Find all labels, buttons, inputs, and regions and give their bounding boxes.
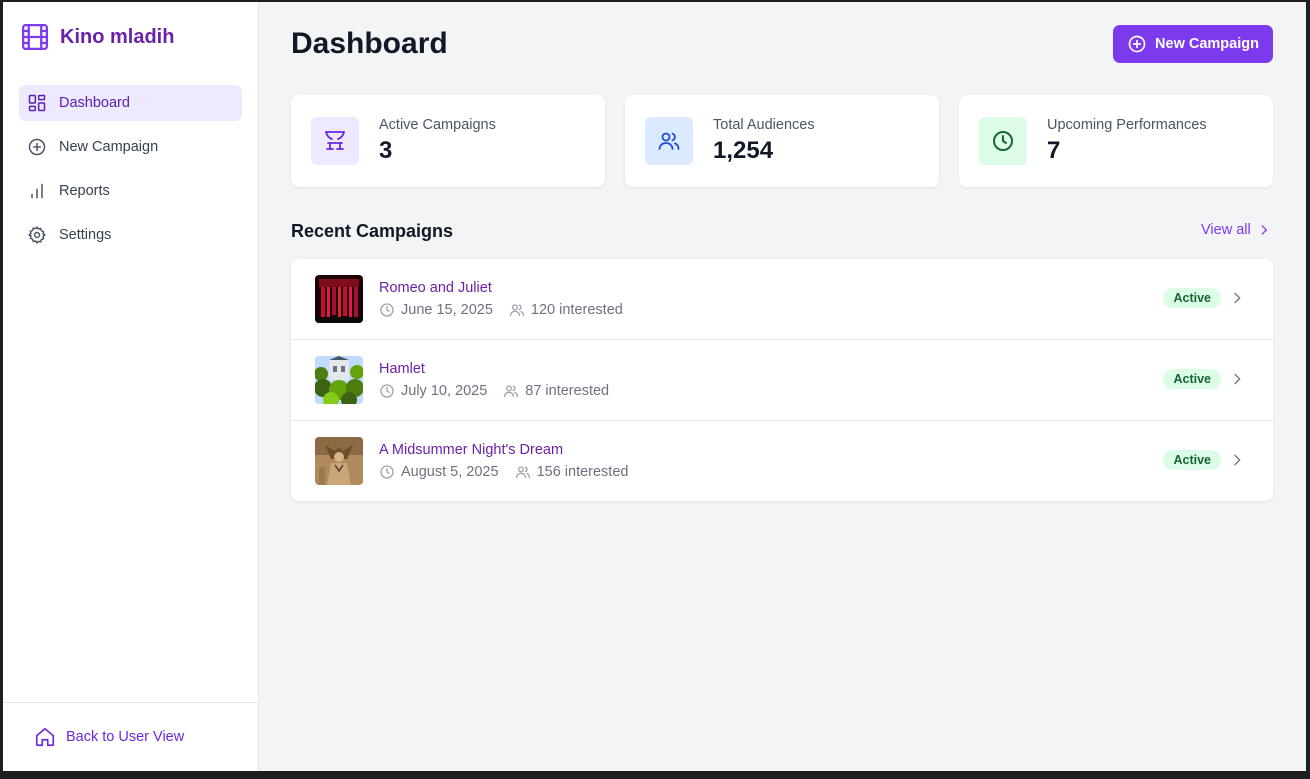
sidebar-item-label: New Campaign [59, 139, 159, 155]
chevron-right-icon [1234, 454, 1241, 466]
stat-value: 7 [1047, 137, 1061, 164]
plus-circle-icon [1128, 35, 1146, 53]
stat-label: Active Campaigns [379, 117, 496, 133]
sidebar-item-dashboard[interactable]: Dashboard [19, 85, 242, 121]
stat-label: Total Audiences [713, 117, 815, 133]
stats-row: Active Campaigns 3 Total Audiences 1,254 [291, 95, 1273, 187]
campaign-date: July 10, 2025 [401, 383, 488, 399]
sidebar-item-label: Settings [59, 227, 112, 243]
users-icon [509, 304, 524, 316]
sidebar-item-label: Reports [59, 183, 110, 199]
stat-value: 3 [379, 137, 393, 164]
sidebar-item-settings[interactable]: Settings [19, 217, 242, 253]
campaign-thumbnail [315, 356, 363, 404]
sidebar-item-label: Dashboard [59, 95, 130, 111]
campaign-thumbnail [315, 437, 363, 485]
campaign-date: August 5, 2025 [401, 464, 499, 480]
garden-theater-image [315, 356, 363, 404]
campaign-interested: 87 interested [525, 383, 610, 399]
view-all-link[interactable]: View all [1201, 222, 1271, 238]
campaign-row-midsummer-nights-dream[interactable]: A Midsummer Night's Dream August 5, 2025… [291, 421, 1273, 501]
app-window: Kino mladih Dashboard New Campaign Repor… [3, 2, 1306, 771]
users-icon [515, 466, 530, 478]
back-to-user-view-link[interactable]: Back to User View [3, 702, 258, 771]
stage-curtain-image [315, 275, 363, 323]
campaign-date: June 15, 2025 [401, 302, 493, 318]
recent-campaigns-title: Recent Campaigns [291, 221, 454, 241]
clock-icon [380, 384, 394, 398]
status-badge: Active [1163, 369, 1221, 389]
chevron-right-icon [1234, 292, 1241, 304]
status-badge: Active [1163, 288, 1221, 308]
new-campaign-button[interactable]: New Campaign [1113, 25, 1273, 63]
campaign-title: Romeo and Juliet [379, 280, 492, 296]
home-icon [35, 727, 55, 747]
campaign-interested: 120 interested [530, 302, 623, 318]
campaign-row-hamlet[interactable]: Hamlet July 10, 2025 87 interested Activ… [291, 340, 1273, 421]
clock-icon [380, 303, 394, 317]
campaign-interested: 156 interested [536, 464, 629, 480]
stat-label: Upcoming Performances [1047, 117, 1207, 133]
costume-image [315, 437, 363, 485]
stat-icon-box [979, 117, 1027, 165]
page-title: Dashboard [291, 27, 448, 60]
view-all-label: View all [1201, 222, 1251, 238]
plus-circle-icon [28, 138, 46, 156]
stat-icon-box [645, 117, 693, 165]
stat-card-upcoming-performances: Upcoming Performances 7 [959, 95, 1273, 187]
campaign-thumbnail [315, 275, 363, 323]
campaign-title: Hamlet [379, 361, 425, 377]
brand-name: Kino mladih [60, 25, 175, 48]
stat-icon-box [311, 117, 359, 165]
stat-value: 1,254 [713, 137, 774, 164]
gear-icon [28, 226, 46, 244]
sidebar-nav: Dashboard New Campaign Reports Settings [19, 85, 242, 261]
chevron-right-icon [1261, 225, 1267, 235]
theater-icon [325, 131, 345, 150]
stat-card-total-audiences: Total Audiences 1,254 [625, 95, 939, 187]
campaign-list: Romeo and Juliet June 15, 2025 120 inter… [291, 259, 1273, 501]
main-content: Dashboard New Campaign Active Campaigns [259, 2, 1306, 771]
campaign-row-romeo-and-juliet[interactable]: Romeo and Juliet June 15, 2025 120 inter… [291, 259, 1273, 340]
stat-card-active-campaigns: Active Campaigns 3 [291, 95, 605, 187]
sidebar-item-reports[interactable]: Reports [19, 173, 242, 209]
sidebar: Kino mladih Dashboard New Campaign Repor… [3, 2, 259, 771]
clock-icon [993, 131, 1013, 151]
users-icon [658, 132, 680, 150]
film-icon [22, 24, 48, 50]
new-campaign-button-label: New Campaign [1155, 36, 1259, 52]
dashboard-icon [28, 94, 46, 112]
back-to-user-view-label: Back to User View [66, 729, 185, 745]
clock-icon [380, 465, 394, 479]
status-badge: Active [1163, 450, 1221, 470]
brand[interactable]: Kino mladih [20, 22, 174, 52]
chevron-right-icon [1234, 373, 1241, 385]
users-icon [504, 385, 519, 397]
sidebar-item-new-campaign[interactable]: New Campaign [19, 129, 242, 165]
bar-chart-icon [31, 183, 43, 199]
campaign-title: A Midsummer Night's Dream [379, 442, 564, 458]
